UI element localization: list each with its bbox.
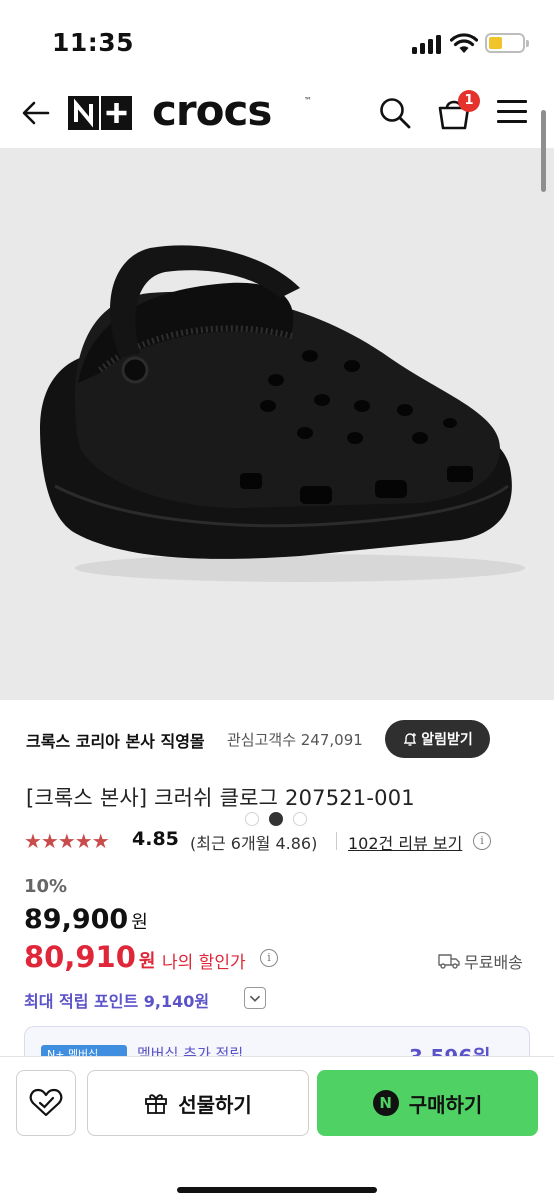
buy-button-label: 구매하기	[408, 1092, 483, 1117]
back-arrow-icon[interactable]	[20, 98, 52, 128]
wishlist-button[interactable]	[16, 1070, 76, 1136]
wifi-icon	[450, 33, 478, 53]
store-followers: 관심고객수 247,091	[227, 731, 363, 749]
info-icon[interactable]: i	[260, 949, 278, 967]
alert-button-label: 알림받기	[421, 732, 473, 748]
gift-icon	[145, 1094, 168, 1114]
product-title: [크록스 본사] 크러쉬 클로그 207521-001	[26, 786, 415, 810]
heart-check-icon	[29, 1088, 63, 1117]
info-icon[interactable]: i	[473, 832, 491, 850]
app-header: crocs ™ 1	[0, 80, 554, 146]
cellular-signal-icon	[412, 34, 442, 54]
cart-count-badge: 1	[458, 90, 480, 112]
gallery-dot[interactable]	[293, 812, 307, 826]
rating-recent: (최근 6개월 4.86)	[190, 834, 318, 853]
star-rating-icons: ★★★★★	[24, 829, 110, 853]
alert-subscribe-button[interactable]: 알림받기	[385, 720, 490, 758]
gallery-dot-active[interactable]	[269, 812, 283, 826]
rating-row: ★★★★★ 4.85 (최근 6개월 4.86) 102건 리뷰 보기 i	[24, 826, 544, 856]
hamburger-menu-icon[interactable]	[497, 100, 527, 124]
my-discount-label: 나의 할인가	[162, 953, 246, 973]
discount-rate: 10%	[24, 876, 68, 897]
chevron-down-icon[interactable]	[244, 987, 266, 1009]
bottom-action-bar: 선물하기 N 구매하기	[0, 1056, 554, 1200]
max-points: 최대 적립 포인트 9,140원	[24, 992, 210, 1011]
gift-button[interactable]: 선물하기	[87, 1070, 309, 1136]
brand-logo[interactable]: crocs	[152, 86, 272, 135]
review-link[interactable]: 102건 리뷰 보기	[348, 830, 462, 854]
status-time: 11:35	[52, 28, 135, 57]
sale-price-unit: 원	[138, 951, 156, 972]
free-shipping-label: 무료배송	[464, 953, 523, 972]
gift-button-label: 선물하기	[178, 1092, 252, 1117]
free-shipping: 무료배송	[438, 949, 523, 973]
home-indicator[interactable]	[177, 1187, 377, 1193]
battery-icon	[485, 33, 529, 53]
store-name[interactable]: 크록스 코리아 본사 직영몰	[26, 728, 205, 752]
gallery-dot[interactable]	[245, 812, 259, 826]
status-bar: 11:35	[0, 0, 554, 78]
sale-price: 80,910 원	[24, 940, 156, 974]
search-icon[interactable]	[378, 96, 412, 130]
product-image-gallery[interactable]	[0, 148, 554, 826]
original-price: 89,900 원	[24, 904, 148, 935]
truck-icon	[438, 954, 460, 969]
bell-plus-icon	[404, 733, 417, 746]
nplus-logo[interactable]	[68, 96, 132, 130]
rating-score: 4.85	[132, 828, 179, 850]
sale-price-row: 80,910 원 나의 할인가 i 무료배송	[24, 940, 554, 980]
buy-button[interactable]: N 구매하기	[317, 1070, 538, 1136]
store-info-row: 크록스 코리아 본사 직영몰 관심고객수 247,091 알림받기	[0, 716, 554, 764]
divider	[336, 832, 337, 850]
brand-trademark: ™	[304, 96, 312, 105]
clog-shoe-image	[40, 245, 525, 582]
npay-icon: N	[372, 1090, 399, 1116]
page-scrollbar[interactable]	[541, 110, 546, 192]
original-price-unit: 원	[131, 912, 148, 933]
